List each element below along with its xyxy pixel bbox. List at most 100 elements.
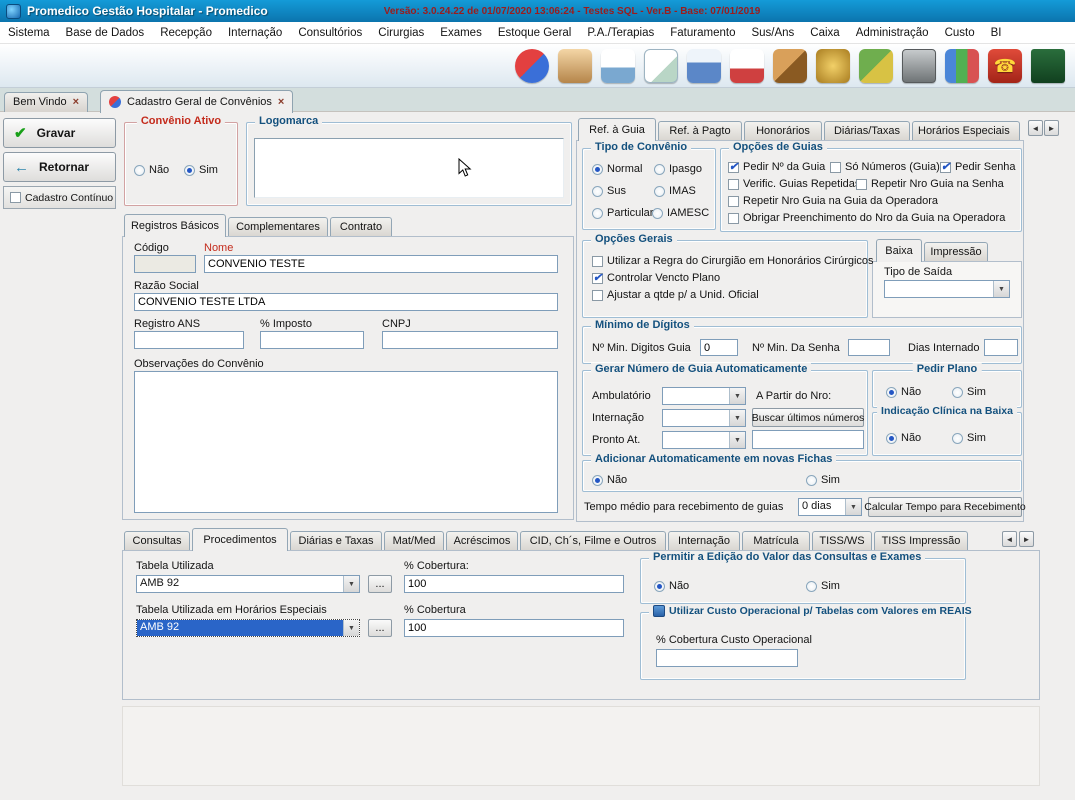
min-digitos-guia-field[interactable] <box>700 339 738 356</box>
checkbox-controlar-vencto[interactable]: Controlar Vencto Plano <box>592 272 720 284</box>
tab-contrato[interactable]: Contrato <box>330 217 392 237</box>
logomarca-image-box[interactable] <box>254 138 564 198</box>
tab-scroll-left-button[interactable]: ◄ <box>1028 120 1043 136</box>
internacao-combo[interactable] <box>662 409 746 427</box>
tab-procedimentos[interactable]: Procedimentos <box>192 528 288 551</box>
checkbox-repetir-senha[interactable]: Repetir Nro Guia na Senha <box>856 178 1004 190</box>
menu-pa-terapias[interactable]: P.A./Terapias <box>579 22 662 44</box>
patients-icon[interactable] <box>558 49 592 83</box>
custo-cobertura-field[interactable] <box>656 649 798 667</box>
tab-baixa[interactable]: Baixa <box>876 239 922 262</box>
radio-normal[interactable]: Normal <box>592 163 642 175</box>
bed-icon[interactable] <box>687 49 721 83</box>
chevron-down-icon[interactable] <box>993 281 1009 297</box>
tab-close-icon[interactable]: × <box>278 97 284 108</box>
checkbox-verific-repetidas[interactable]: Verific. Guias Repetidas <box>728 178 860 190</box>
cobertura2-field[interactable] <box>404 619 624 637</box>
radio-adicionar-sim[interactable]: Sim <box>806 474 840 486</box>
tab-cadastro-convenios[interactable]: Cadastro Geral de Convênios × <box>100 90 293 113</box>
menu-base-de-dados[interactable]: Base de Dados <box>58 22 153 44</box>
tab-ref-pagto[interactable]: Ref. à Pagto <box>658 121 742 141</box>
billing-icon[interactable] <box>816 49 850 83</box>
tab-tiss-ws[interactable]: TISS/WS <box>812 531 872 551</box>
min-senha-field[interactable] <box>848 339 890 356</box>
tab-cid-chs-filme[interactable]: CID, Ch´s, Filme e Outros <box>520 531 666 551</box>
chevron-down-icon[interactable] <box>343 620 359 636</box>
bottom-tab-scroll-left-button[interactable]: ◄ <box>1002 531 1017 547</box>
checkbox-ajustar-qtde[interactable]: Ajustar a qtde p/ a Unid. Oficial <box>592 289 759 301</box>
tab-scroll-right-button[interactable]: ► <box>1044 120 1059 136</box>
tabela-browse-button[interactable]: ... <box>368 575 392 593</box>
tabela-especiais-browse-button[interactable]: ... <box>368 619 392 637</box>
ambulatorio-combo[interactable] <box>662 387 746 405</box>
ambulance-icon[interactable] <box>730 49 764 83</box>
tab-honorarios[interactable]: Honorários <box>744 121 822 141</box>
registro-ans-field[interactable] <box>134 331 244 349</box>
radio-particular[interactable]: Particular <box>592 207 653 219</box>
checkbox-pedir-numero-guia[interactable]: Pedir Nº da Guia <box>728 161 825 173</box>
pronto-at-combo[interactable] <box>662 431 746 449</box>
custo-toggle-icon[interactable] <box>653 605 665 617</box>
checkbox-obrigar-preenchimento[interactable]: Obrigar Preenchimento do Nro da Guia na … <box>728 212 1005 224</box>
app-icon[interactable] <box>6 4 21 19</box>
radio-adicionar-nao[interactable]: Não <box>592 474 627 486</box>
chevron-down-icon[interactable] <box>343 576 359 592</box>
retornar-button[interactable]: ← Retornar <box>3 152 116 182</box>
menu-sistema[interactable]: Sistema <box>0 22 58 44</box>
bottom-tab-scroll-right-button[interactable]: ► <box>1019 531 1034 547</box>
tab-impressao[interactable]: Impressão <box>924 242 988 262</box>
susans-icon[interactable] <box>859 49 893 83</box>
gravar-button[interactable]: ✔ Gravar <box>3 118 116 148</box>
tabela-utilizada-combo[interactable]: AMB 92 <box>136 575 360 593</box>
radio-convenio-nao[interactable]: Não <box>134 164 169 176</box>
cnpj-field[interactable] <box>382 331 558 349</box>
doctor-icon[interactable] <box>601 49 635 83</box>
admin-icon[interactable] <box>945 49 979 83</box>
radio-indicacao-sim[interactable]: Sim <box>952 432 986 444</box>
menu-caixa[interactable]: Caixa <box>802 22 847 44</box>
menu-estoque-geral[interactable]: Estoque Geral <box>490 22 580 44</box>
cobertura-field[interactable] <box>404 575 624 593</box>
menu-bi[interactable]: BI <box>983 22 1010 44</box>
radio-imas[interactable]: IMAS <box>654 185 696 197</box>
tab-consultas[interactable]: Consultas <box>124 531 190 551</box>
tab-registros-basicos[interactable]: Registros Básicos <box>124 214 226 237</box>
radio-ipasgo[interactable]: Ipasgo <box>654 163 702 175</box>
cadastro-continuo-checkbox[interactable]: Cadastro Contínuo <box>3 186 116 209</box>
bi-book-icon[interactable] <box>1031 49 1065 83</box>
tabela-especiais-combo[interactable]: AMB 92 <box>136 619 360 637</box>
imposto-field[interactable] <box>260 331 364 349</box>
menu-exames[interactable]: Exames <box>432 22 490 44</box>
checkbox-so-numeros[interactable]: Só Números (Guia) <box>830 161 940 173</box>
menu-cirurgias[interactable]: Cirurgias <box>370 22 432 44</box>
menu-recepcao[interactable]: Recepção <box>152 22 220 44</box>
tab-tiss-impressao[interactable]: TISS Impressão <box>874 531 968 551</box>
buscar-ultimos-numeros-button[interactable]: Buscar últimos números <box>752 408 864 427</box>
radio-iamesc[interactable]: IAMESC <box>652 207 709 219</box>
exams-icon[interactable] <box>644 49 678 83</box>
checkbox-regra-cirurgiao[interactable]: Utilizar a Regra do Cirurgião em Honorár… <box>592 255 874 267</box>
checkbox-repetir-operadora[interactable]: Repetir Nro Guia na Guia da Operadora <box>728 195 938 207</box>
tab-matricula[interactable]: Matrícula <box>742 531 810 551</box>
tipo-saida-combo[interactable] <box>884 280 1010 298</box>
tempo-medio-combo[interactable]: 0 dias <box>798 498 862 516</box>
chevron-down-icon[interactable] <box>729 432 745 448</box>
tab-diarias-e-taxas[interactable]: Diárias e Taxas <box>290 531 382 551</box>
menu-sus-ans[interactable]: Sus/Ans <box>743 22 802 44</box>
chevron-down-icon[interactable] <box>845 499 861 515</box>
menu-custo[interactable]: Custo <box>937 22 983 44</box>
stock-icon[interactable] <box>773 49 807 83</box>
tab-ref-guia[interactable]: Ref. à Guia <box>578 118 656 141</box>
radio-pedir-plano-nao[interactable]: Não <box>886 386 921 398</box>
a-partir-nro-field[interactable] <box>752 430 864 449</box>
menu-faturamento[interactable]: Faturamento <box>662 22 743 44</box>
tab-complementares[interactable]: Complementares <box>228 217 328 237</box>
chevron-down-icon[interactable] <box>729 388 745 404</box>
codigo-field[interactable] <box>134 255 196 273</box>
chevron-down-icon[interactable] <box>729 410 745 426</box>
tab-internacao[interactable]: Internação <box>668 531 740 551</box>
observacoes-field[interactable] <box>134 371 558 513</box>
checkbox-pedir-senha[interactable]: Pedir Senha <box>940 161 1016 173</box>
radio-permitir-sim[interactable]: Sim <box>806 580 840 592</box>
radio-pedir-plano-sim[interactable]: Sim <box>952 386 986 398</box>
